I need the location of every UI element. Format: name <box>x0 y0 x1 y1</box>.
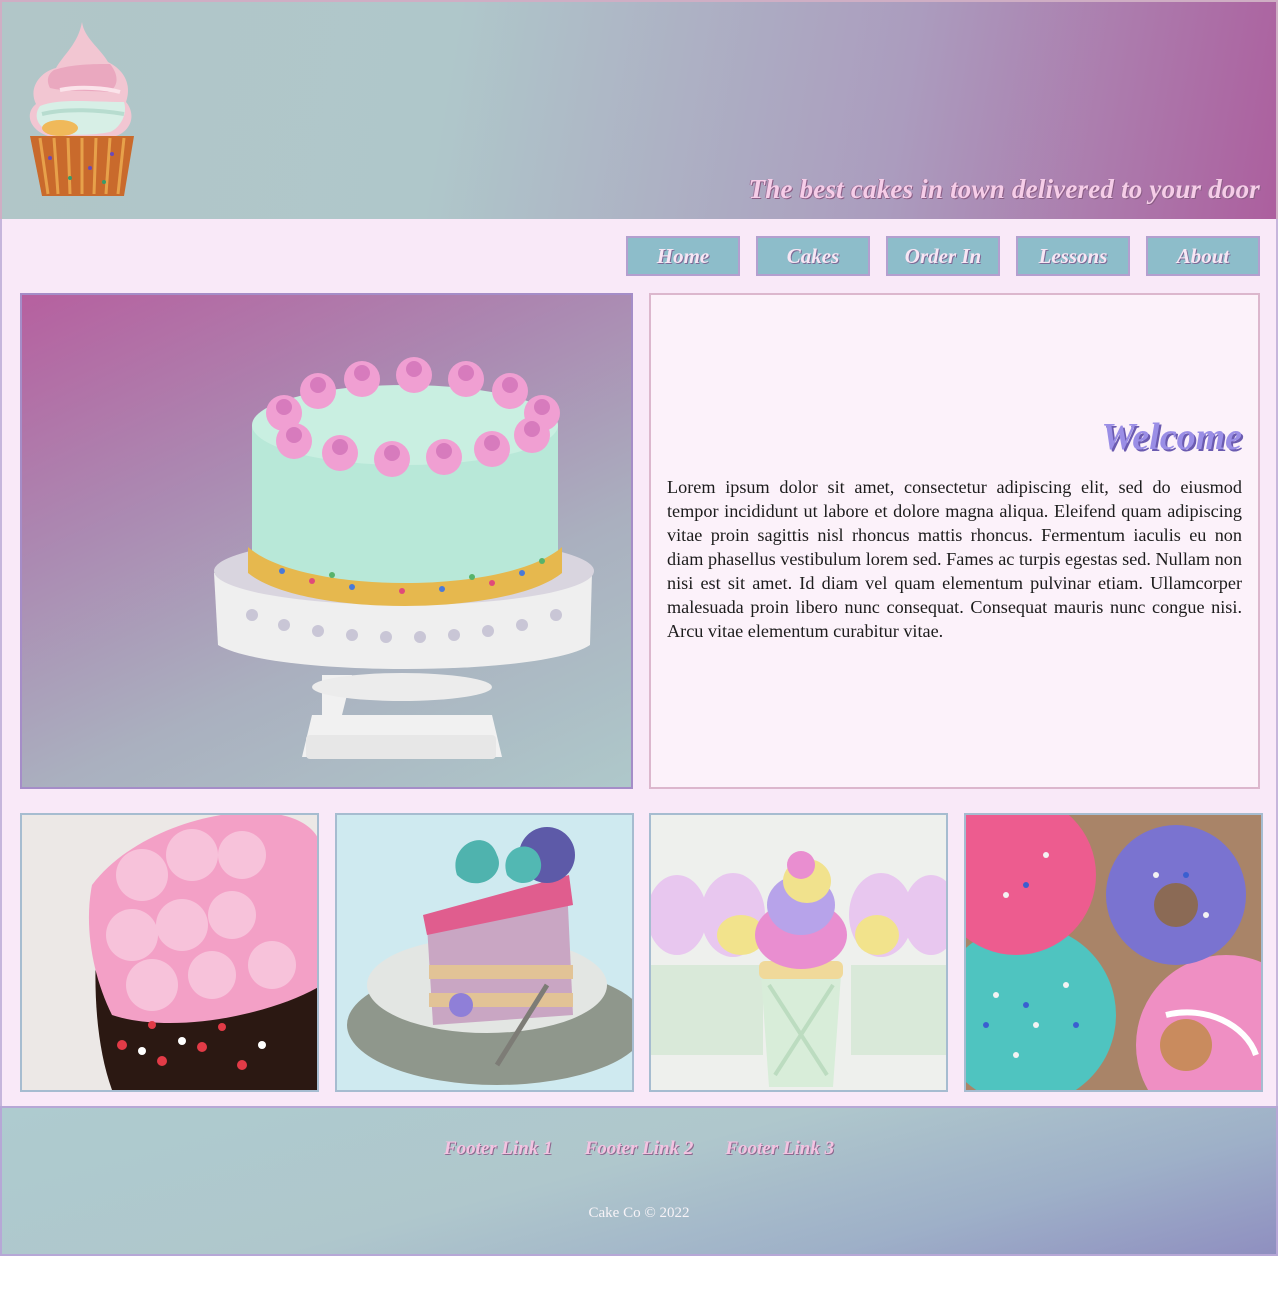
site-tagline: The best cakes in town delivered to your… <box>748 174 1260 204</box>
nav-home-button[interactable]: Home <box>626 236 740 276</box>
gallery-image-cupcakes[interactable] <box>649 813 948 1092</box>
main-content: Home Cakes Order In Lessons About Welcom… <box>0 219 1278 1106</box>
copyright-text: Cake Co © 2022 <box>588 1205 690 1221</box>
nav-order-in-button[interactable]: Order In <box>886 236 1000 276</box>
gallery-image-ring-cake[interactable] <box>20 813 319 1092</box>
main-navigation: Home Cakes Order In Lessons About <box>626 236 1260 276</box>
welcome-paragraph: Lorem ipsum dolor sit amet, consectetur … <box>667 477 1242 641</box>
footer-links: Footer Link 1 Footer Link 2 Footer Link … <box>2 1138 1276 1160</box>
footer-link-3[interactable]: Footer Link 3 <box>725 1138 834 1160</box>
hero-image <box>20 293 633 789</box>
footer-link-2[interactable]: Footer Link 2 <box>585 1138 694 1160</box>
nav-cakes-button[interactable]: Cakes <box>756 236 870 276</box>
welcome-panel: Welcome Lorem ipsum dolor sit amet, cons… <box>649 293 1260 789</box>
site-footer: Footer Link 1 Footer Link 2 Footer Link … <box>0 1106 1278 1256</box>
gallery-image-cake-slice[interactable] <box>335 813 634 1092</box>
footer-link-1[interactable]: Footer Link 1 <box>444 1138 553 1160</box>
layered-cake-illustration <box>214 357 594 759</box>
site-header: The best cakes in town delivered to your… <box>0 0 1278 221</box>
nav-about-button[interactable]: About <box>1146 236 1260 276</box>
gallery-image-donuts[interactable] <box>964 813 1263 1092</box>
cupcake-logo-icon[interactable] <box>20 18 146 202</box>
nav-lessons-button[interactable]: Lessons <box>1016 236 1130 276</box>
welcome-heading: Welcome <box>1101 416 1242 458</box>
